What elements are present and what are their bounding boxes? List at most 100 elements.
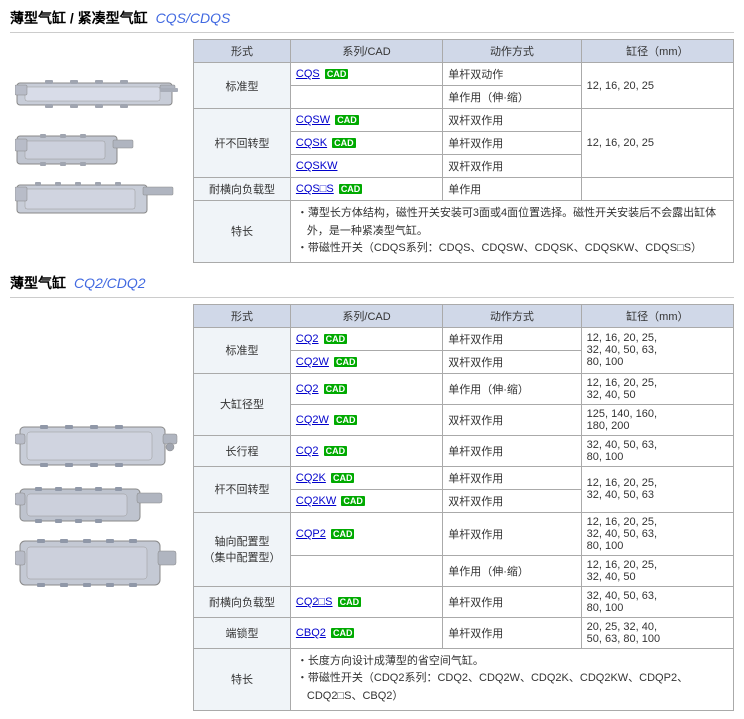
action-cell: 单杆双作用	[443, 435, 581, 466]
bore-cell: 12, 16, 20, 25, 32, 40, 50, 63, 80, 100	[581, 512, 733, 555]
type-cell: 标准型	[194, 327, 291, 373]
cqs-title-black: 薄型气缸 / 紧凑型气缸	[10, 8, 148, 28]
table-row: 耐横向负载型 CQ2□S CAD 单杆双作用 32, 40, 50, 63, 8…	[194, 586, 734, 617]
type-cell: 杆不回转型	[194, 466, 291, 512]
cq2-link[interactable]: CQ2	[296, 333, 319, 345]
series-cell: CBQ2 CAD	[290, 617, 442, 648]
cq2-img-1	[15, 422, 180, 477]
bore-cell: 12, 16, 20, 25, 32, 40, 50	[581, 555, 733, 586]
feature-text-1: ・长度方向设计成薄型的省空间气缸。	[297, 653, 727, 671]
action-cell: 单杆双作用	[443, 466, 581, 489]
table-row: 轴向配置型 （集中配置型） CQP2 CAD 单杆双作用 12, 16, 20,…	[194, 512, 734, 555]
table-row: 标准型 CQ2 CAD 单杆双作用 12, 16, 20, 25, 32, 40…	[194, 327, 734, 350]
series-cell: CQ2K CAD	[290, 466, 442, 489]
table-row: 标准型 CQS CAD 单杆双动作 12, 16, 20, 25	[194, 63, 734, 86]
series-cell: CQ2KW CAD	[290, 489, 442, 512]
action-cell: 单杆双作用	[443, 586, 581, 617]
cq2-th-series: 系列/CAD	[290, 304, 442, 327]
action-cell: 双杆双作用	[443, 109, 581, 132]
bore-cell: 12, 16, 20, 25, 32, 40, 50	[581, 373, 733, 404]
cqss-link[interactable]: CQS□S	[296, 183, 334, 195]
feature-content: ・长度方向设计成薄型的省空间气缸。 ・带磁性开关（CDQ2系列：CDQ2、CDQ…	[290, 648, 733, 710]
cqs-th-bore: 缸径（mm）	[581, 40, 733, 63]
cq2-img-3	[15, 537, 180, 592]
table-row: 杆不回转型 CQSW CAD 双杆双作用 12, 16, 20, 25	[194, 109, 734, 132]
series-cell: CQ2 CAD	[290, 435, 442, 466]
cq2-title-black: 薄型气缸	[10, 273, 66, 293]
action-cell: 单作用	[443, 178, 581, 201]
table-row: 长行程 CQ2 CAD 单杆双作用 32, 40, 50, 63, 80, 10…	[194, 435, 734, 466]
series-cell	[290, 555, 442, 586]
table-row: 端锁型 CBQ2 CAD 单杆双作用 20, 25, 32, 40, 50, 6…	[194, 617, 734, 648]
cq2-th-action: 动作方式	[443, 304, 581, 327]
cq2-link2[interactable]: CQ2	[296, 383, 319, 395]
cqs-section: 薄型气缸 / 紧凑型气缸 CQS/CDQS	[10, 8, 734, 263]
cad-badge: CAD	[331, 529, 355, 539]
series-cell: CQS□S CAD	[290, 178, 442, 201]
feature-text-1: ・薄型长方体结构，磁性开关安装可3面或4面位置选择。磁性开关安装后不会露出缸体外…	[297, 205, 727, 240]
cad-badge: CAD	[339, 184, 363, 194]
cqs-img-2	[15, 131, 180, 171]
bore-cell: 125, 140, 160, 180, 200	[581, 404, 733, 435]
cqs-th-type: 形式	[194, 40, 291, 63]
cqs-img-1	[15, 75, 180, 125]
action-cell: 双杆双作用	[443, 155, 581, 178]
cq2k-link[interactable]: CQ2K	[296, 472, 326, 484]
bore-cell: 32, 40, 50, 63, 80, 100	[581, 435, 733, 466]
cqs-table: 形式 系列/CAD 动作方式 缸径（mm） 标准型 CQS CAD	[193, 39, 734, 263]
type-cell: 轴向配置型 （集中配置型）	[194, 512, 291, 586]
action-cell: 双杆双作用	[443, 404, 581, 435]
series-cell: CQSKW	[290, 155, 442, 178]
feature-row: 特长 ・薄型长方体结构，磁性开关安装可3面或4面位置选择。磁性开关安装后不会露出…	[194, 201, 734, 263]
cqs-img-3	[15, 177, 180, 227]
cq2-images	[10, 304, 185, 711]
type-cell: 大缸径型	[194, 373, 291, 435]
cqs-header: 薄型气缸 / 紧凑型气缸 CQS/CDQS	[10, 8, 734, 33]
action-cell: 双杆双作用	[443, 489, 581, 512]
cqs-body: 形式 系列/CAD 动作方式 缸径（mm） 标准型 CQS CAD	[10, 39, 734, 263]
cqs-images	[10, 39, 185, 263]
cad-badge: CAD	[334, 415, 358, 425]
cqp2-link[interactable]: CQP2	[296, 528, 326, 540]
bore-cell: 32, 40, 50, 63, 80, 100	[581, 586, 733, 617]
series-cell	[290, 86, 442, 109]
cq2-table-wrap: 形式 系列/CAD 动作方式 缸径（mm） 标准型 CQ2 CAD	[193, 304, 734, 711]
type-cell: 长行程	[194, 435, 291, 466]
type-cell: 端锁型	[194, 617, 291, 648]
cqskw-link[interactable]: CQSKW	[296, 160, 338, 172]
type-cell: 标准型	[194, 63, 291, 109]
cq2-body: 形式 系列/CAD 动作方式 缸径（mm） 标准型 CQ2 CAD	[10, 304, 734, 711]
table-row: 大缸径型 CQ2 CAD 单作用（伸·缩） 12, 16, 20, 25, 32…	[194, 373, 734, 404]
feature-label: 特长	[194, 648, 291, 710]
series-cell: CQ2W CAD	[290, 350, 442, 373]
cq2-img-2	[15, 483, 180, 531]
table-row: 耐横向负载型 CQS□S CAD 单作用	[194, 178, 734, 201]
cbq2-link[interactable]: CBQ2	[296, 627, 326, 639]
series-cell: CQ2□S CAD	[290, 586, 442, 617]
bore-cell	[581, 178, 733, 201]
cq2-th-type: 形式	[194, 304, 291, 327]
cq2w-link[interactable]: CQ2W	[296, 356, 329, 368]
feature-content: ・薄型长方体结构，磁性开关安装可3面或4面位置选择。磁性开关安装后不会露出缸体外…	[290, 201, 733, 263]
cq2kw-link[interactable]: CQ2KW	[296, 495, 336, 507]
cq2w-link2[interactable]: CQ2W	[296, 414, 329, 426]
bore-cell: 12, 16, 20, 25, 32, 40, 50, 63	[581, 466, 733, 512]
cqsk-link[interactable]: CQSK	[296, 137, 327, 149]
cq2-th-bore: 缸径（mm）	[581, 304, 733, 327]
series-cell: CQ2 CAD	[290, 373, 442, 404]
cq2s-link[interactable]: CQ2□S	[296, 596, 333, 608]
cad-badge: CAD	[331, 628, 355, 638]
bore-cell: 12, 16, 20, 25	[581, 109, 733, 178]
cq2-section: 薄型气缸 CQ2/CDQ2	[10, 273, 734, 711]
table-row: 杆不回转型 CQ2K CAD 单杆双作用 12, 16, 20, 25, 32,…	[194, 466, 734, 489]
cq2-link3[interactable]: CQ2	[296, 445, 319, 457]
cqsw-link[interactable]: CQSW	[296, 114, 330, 126]
cqs-link[interactable]: CQS	[296, 68, 320, 80]
action-cell: 单作用（伸·缩）	[443, 86, 581, 109]
action-cell: 单作用（伸·缩）	[443, 555, 581, 586]
type-cell: 杆不回转型	[194, 109, 291, 178]
feature-label: 特长	[194, 201, 291, 263]
cad-badge: CAD	[334, 357, 358, 367]
series-cell: CQP2 CAD	[290, 512, 442, 555]
feature-text-2: ・带磁性开关（CDQ2系列：CDQ2、CDQ2W、CDQ2K、CDQ2KW、CD…	[297, 670, 727, 705]
